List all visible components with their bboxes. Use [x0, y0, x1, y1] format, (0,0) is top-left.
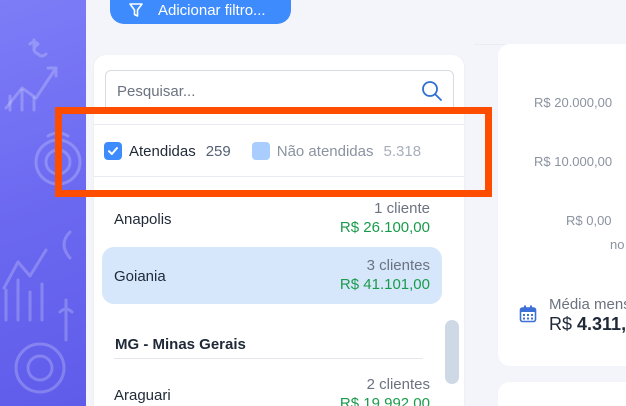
search-field[interactable]: [105, 70, 454, 112]
y-tick-label: R$ 0,00: [566, 213, 612, 228]
city-item-goiania[interactable]: Goiania 3 clientes R$ 41.101,00: [102, 247, 442, 304]
state-group-header: MG - Minas Gerais: [115, 336, 246, 353]
calendar-icon: [519, 305, 537, 328]
city-name: Araguari: [114, 387, 171, 404]
search-input[interactable]: [106, 71, 416, 111]
client-count: 2 clientes: [366, 376, 430, 393]
average-amount: 4.311,: [577, 314, 626, 334]
city-item-anapolis[interactable]: Anapolis 1 cliente R$ 26.100,00: [102, 190, 442, 247]
filter-icon: [128, 2, 144, 18]
client-count: 3 clientes: [366, 257, 430, 274]
city-value: R$ 26.100,00: [339, 219, 430, 236]
city-name: Goiania: [114, 268, 166, 285]
highlight-annotation-box: [55, 107, 492, 197]
average-prefix: R$: [549, 314, 578, 334]
city-name: Anapolis: [114, 211, 172, 228]
y-tick-label: R$ 10.000,00: [534, 154, 613, 169]
average-value: R$ 4.311,: [549, 314, 626, 335]
search-icon[interactable]: [421, 80, 443, 107]
finance-doodle-icons: [2, 38, 82, 394]
decorative-sidebar: [0, 0, 86, 406]
add-filter-label: Adicionar filtro...: [158, 1, 266, 19]
city-item-araguari[interactable]: Araguari 2 clientes R$ 19.992,00: [102, 366, 442, 406]
average-label: Média mens: [549, 296, 626, 313]
add-filter-button[interactable]: Adicionar filtro...: [110, 0, 291, 24]
y-tick-label: R$ 20.000,00: [534, 95, 613, 110]
client-count: 1 cliente: [374, 200, 430, 217]
chart-legend-fragment: no: [610, 237, 625, 252]
secondary-panel: [498, 382, 626, 406]
city-value: R$ 19.992,00: [339, 395, 430, 406]
list-scrollbar[interactable]: [445, 320, 459, 384]
divider: [114, 358, 423, 359]
city-value: R$ 41.101,00: [339, 276, 430, 293]
